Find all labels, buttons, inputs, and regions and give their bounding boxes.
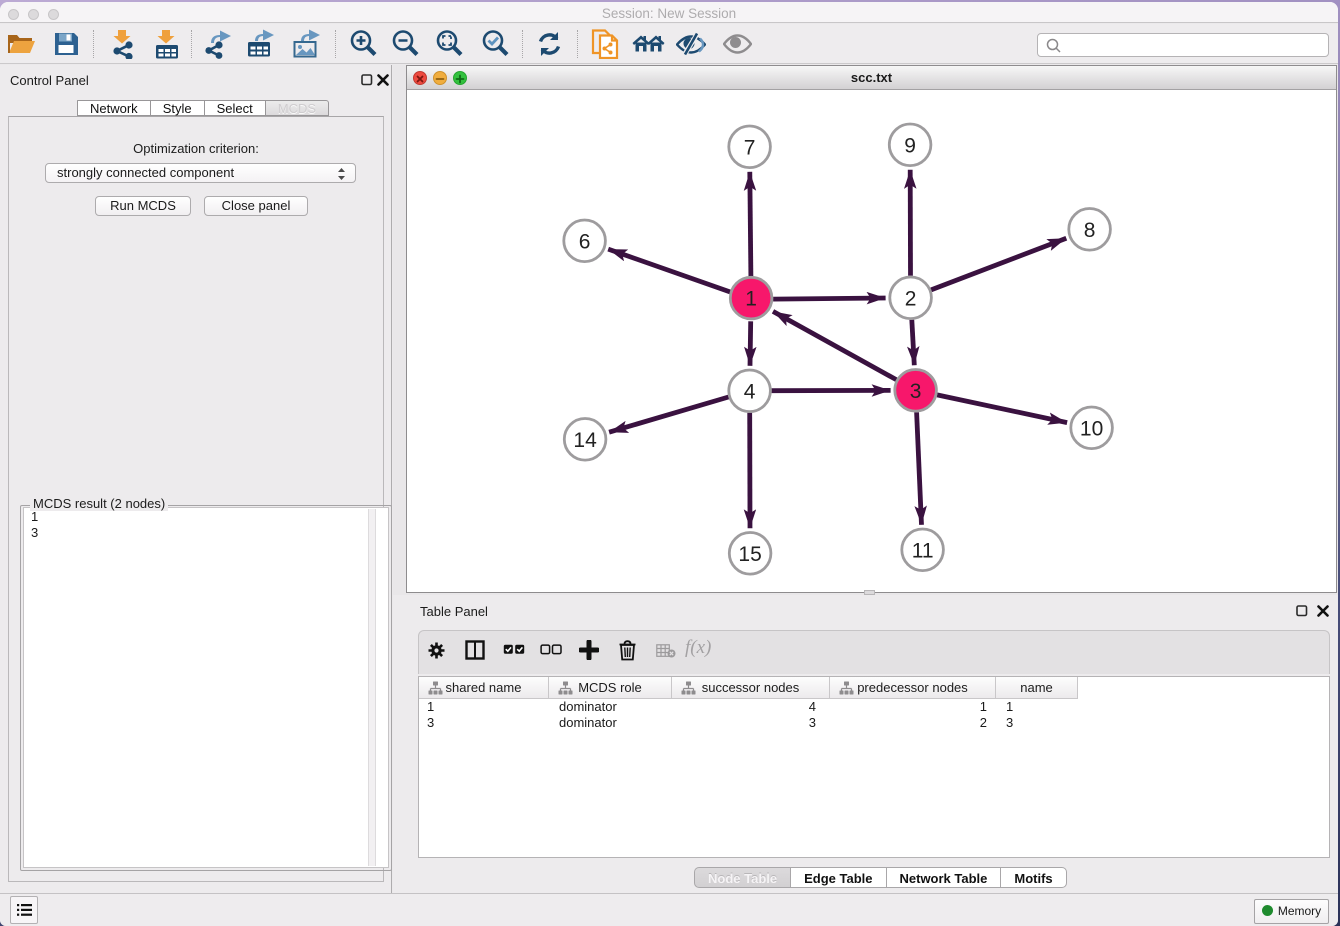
svg-text:9: 9	[904, 134, 916, 157]
svg-text:3: 3	[910, 380, 922, 403]
svg-text:8: 8	[1084, 219, 1096, 242]
svg-text:4: 4	[744, 380, 756, 403]
svg-text:1: 1	[745, 288, 757, 311]
svg-text:6: 6	[579, 230, 591, 253]
svg-text:7: 7	[744, 136, 756, 159]
svg-text:2: 2	[905, 287, 917, 310]
svg-text:10: 10	[1080, 417, 1103, 440]
svg-text:15: 15	[738, 543, 761, 566]
svg-text:11: 11	[912, 539, 934, 562]
svg-text:14: 14	[573, 429, 597, 452]
